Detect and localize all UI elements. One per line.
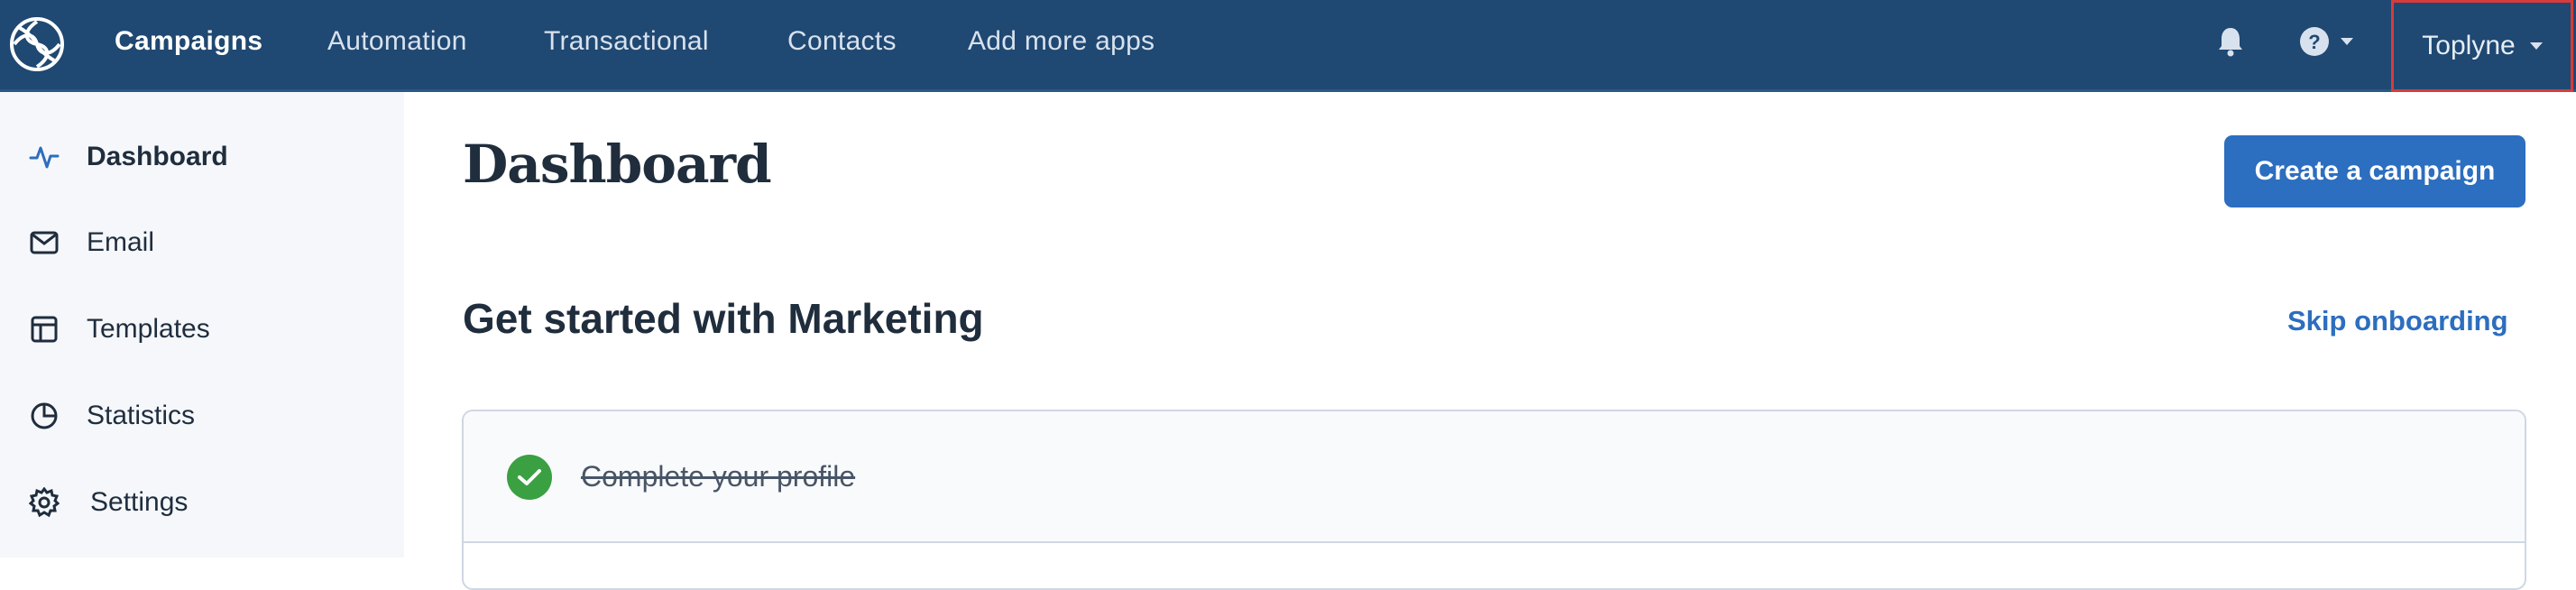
chevron-down-icon bbox=[2529, 42, 2543, 50]
chevron-down-icon bbox=[2341, 38, 2353, 45]
svg-text:?: ? bbox=[2308, 31, 2320, 53]
list-item[interactable]: Complete your profile bbox=[464, 411, 2525, 543]
checkmark-circle-icon bbox=[507, 455, 552, 500]
page-title: Dashboard bbox=[463, 134, 772, 195]
account-menu[interactable]: Toplyne bbox=[2391, 0, 2573, 92]
nav-campaigns[interactable]: Campaigns bbox=[115, 0, 262, 83]
sidebar-item-label: Email bbox=[87, 227, 155, 257]
sidebar-item-statistics[interactable]: Statistics bbox=[0, 389, 404, 443]
step-label: Complete your profile bbox=[581, 460, 856, 493]
sidebar-item-label: Templates bbox=[87, 314, 210, 344]
sidebar-item-email[interactable]: Email bbox=[0, 216, 404, 270]
pie-chart-icon bbox=[27, 399, 61, 433]
mail-icon bbox=[27, 226, 61, 260]
sidebar-item-dashboard[interactable]: Dashboard bbox=[0, 130, 404, 184]
help-circle-icon: ? bbox=[2300, 27, 2329, 56]
template-icon bbox=[27, 312, 61, 346]
nav-transactional[interactable]: Transactional bbox=[544, 0, 709, 83]
onboarding-checklist: Complete your profile bbox=[462, 410, 2526, 590]
sidebar: Dashboard Email Templates Statistics Set… bbox=[0, 92, 404, 558]
section-title: Get started with Marketing bbox=[463, 295, 984, 342]
create-campaign-button[interactable]: Create a campaign bbox=[2224, 135, 2525, 207]
nav-add-more-apps[interactable]: Add more apps bbox=[968, 0, 1155, 83]
top-navigation-bar: Campaigns Automation Transactional Conta… bbox=[0, 0, 2576, 92]
sidebar-item-label: Statistics bbox=[87, 401, 196, 430]
nav-automation[interactable]: Automation bbox=[327, 0, 467, 83]
skip-onboarding-link[interactable]: Skip onboarding bbox=[2287, 305, 2508, 337]
activity-icon bbox=[27, 140, 61, 174]
gear-icon bbox=[27, 485, 61, 520]
bell-icon[interactable] bbox=[2213, 23, 2248, 60]
nav-contacts[interactable]: Contacts bbox=[787, 0, 897, 83]
sidebar-item-templates[interactable]: Templates bbox=[0, 302, 404, 356]
sidebar-item-settings[interactable]: Settings bbox=[0, 475, 404, 530]
sidebar-item-label: Settings bbox=[90, 487, 189, 517]
sidebar-item-label: Dashboard bbox=[87, 142, 228, 171]
help-menu[interactable]: ? bbox=[2299, 23, 2368, 60]
account-name: Toplyne bbox=[2422, 31, 2516, 60]
sendinblue-logo-icon[interactable] bbox=[7, 11, 67, 78]
